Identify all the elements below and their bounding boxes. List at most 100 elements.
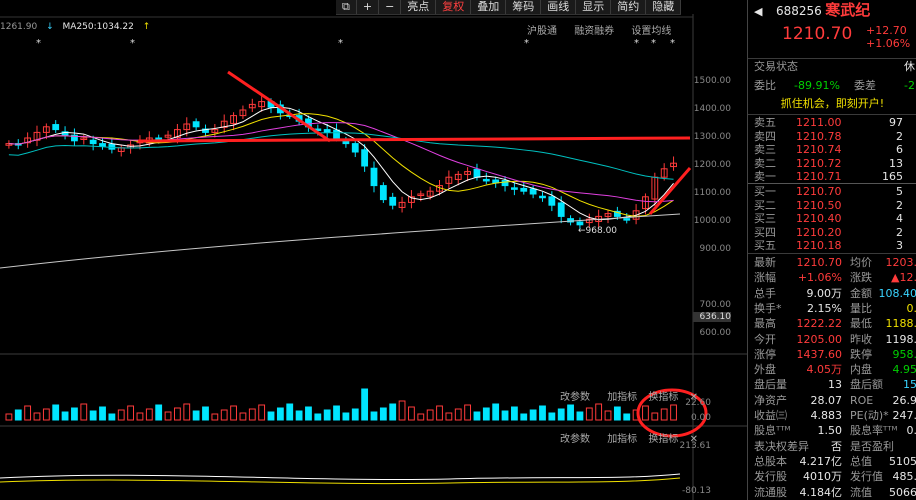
price-tick: 600.00 (699, 328, 732, 338)
macd-edit-params[interactable]: 改参数 (560, 434, 590, 445)
volume-bar (361, 388, 369, 421)
level-price: 1210.40 (796, 212, 842, 225)
kline-chart[interactable]: * * * * * * * ←968.00 (0, 0, 747, 500)
event-star-icon: * (36, 38, 41, 49)
volume-bar (660, 408, 668, 421)
orderbook-row[interactable]: 卖五 1211.00 97 (754, 116, 916, 129)
candle-body (473, 168, 481, 178)
level-volume: 5 (896, 185, 903, 198)
volume-bar (370, 411, 378, 421)
stat-value: 1437.60 (796, 347, 843, 361)
candle-body (501, 180, 509, 187)
candle-body (379, 185, 387, 201)
volume-bar (267, 411, 275, 421)
level-label: 卖二 (754, 156, 776, 170)
weibi-value: -89.91% (794, 79, 840, 92)
volume-bar (445, 412, 453, 421)
vol-edit-params[interactable]: 改参数 (560, 392, 590, 403)
collapse-arrow-icon[interactable]: ◀ (754, 5, 762, 18)
volume-bar (108, 413, 116, 421)
candle-body (557, 202, 565, 217)
candle-body (89, 139, 97, 145)
stat-label: 股息ᵀᵀᴹ (754, 424, 791, 438)
volume-bar (5, 413, 13, 421)
volume-bar (576, 411, 584, 421)
stat-value: 1222.22 (796, 317, 843, 331)
orderbook-row[interactable]: 买三 1210.40 4 (754, 212, 916, 225)
stat-label: 均价 (850, 256, 872, 269)
status-label: 交易状态 (754, 60, 798, 73)
weibi-label: 委比 (754, 79, 776, 92)
orderbook-row[interactable]: 买五 1210.18 3 (754, 239, 916, 252)
macd-add-indicator[interactable]: 加指标 (607, 434, 637, 445)
orderbook-row[interactable]: 买一 1210.70 5 (754, 185, 916, 198)
level-volume: 2 (896, 129, 903, 143)
price-change: +12.70 (866, 24, 907, 37)
stat-value: 1205.00 (796, 332, 843, 346)
volume-bar (351, 408, 359, 421)
stat-label: 最新 (754, 256, 776, 269)
stat-value: 1.50 (817, 424, 843, 438)
stat-label: 发行股 (754, 470, 787, 484)
volume-bar (33, 412, 41, 421)
stat-label: 跌停 (850, 347, 872, 361)
volume-bar (595, 403, 603, 421)
volume-bar (276, 407, 284, 421)
level-volume: 4 (896, 212, 903, 225)
volume-bar (305, 406, 312, 421)
stat-value: 4.217亿 (799, 454, 843, 468)
trend-up-line (648, 167, 692, 215)
candle-body (155, 137, 163, 140)
promo-link[interactable]: 抓住机会，即刻开户! (781, 97, 884, 110)
candle-body (529, 188, 537, 195)
orderbook-row[interactable]: 卖一 1210.71 165 (754, 170, 916, 183)
volume-bar (342, 412, 350, 421)
orderbook-row[interactable]: 卖二 1210.72 13 (754, 157, 916, 170)
candle-body (539, 195, 546, 199)
stat-label: 涨幅 (754, 271, 776, 285)
level-price: 1210.50 (796, 198, 842, 212)
orderbook-row[interactable]: 卖四 1210.78 2 (754, 130, 916, 143)
resistance-line (137, 136, 691, 143)
price-axis: 1500.00 1400.00 1300.00 1200.00 1100.00 1000.… (693, 0, 745, 360)
stat-label: 总值 (850, 454, 872, 468)
stat-value: 1198. (885, 332, 916, 346)
volume-bar (248, 408, 256, 421)
volume-bar (604, 410, 612, 421)
level-label: 卖五 (754, 116, 776, 129)
level-label: 卖四 (754, 129, 776, 143)
macd-dif-line (0, 473, 681, 480)
volume-bar (557, 408, 565, 421)
orderbook-row[interactable]: 买四 1210.20 2 (754, 226, 916, 239)
vol-add-indicator[interactable]: 加指标 (607, 392, 637, 403)
ma10-line (8, 113, 674, 217)
stat-label: 今开 (754, 332, 776, 346)
stat-row: 最高 1222.22 最低 1188. (754, 317, 916, 330)
stat-row: 流通股 4.184亿 流值 5066 (754, 486, 916, 499)
level-volume: 6 (896, 143, 903, 156)
volume-bar (192, 410, 200, 421)
stat-label: 盘后额 (850, 378, 883, 392)
price-tick: 1500.00 (693, 76, 731, 86)
stat-row: 收益㈢ 4.883 PE(动)* 247. (754, 409, 916, 422)
level-label: 卖一 (754, 170, 776, 183)
stat-row: 换手* 2.15% 量比 0. (754, 302, 916, 315)
weicha-value: -2 (904, 79, 915, 92)
volume-bar (379, 407, 387, 421)
volume-bar (286, 403, 294, 421)
vol-axis-zero: 0.00 (690, 413, 711, 423)
price-change-pct: +1.06% (866, 37, 911, 50)
price-tick: 1000.00 (693, 216, 731, 226)
orderbook-row[interactable]: 买二 1210.50 2 (754, 199, 916, 212)
volume-bar (155, 404, 163, 421)
volume-bar (314, 413, 322, 421)
volume-bar (539, 405, 546, 421)
candle-body (361, 149, 369, 167)
candle-body (333, 129, 340, 139)
stat-row: 股息ᵀᵀᴹ 1.50 股息率ᵀᵀᴹ 0. (754, 424, 916, 437)
volume-bar (501, 410, 509, 421)
volume-bar (220, 409, 228, 421)
orderbook-row[interactable]: 卖三 1210.74 6 (754, 143, 916, 156)
volume-bar (99, 406, 106, 421)
stat-value: 958. (892, 347, 916, 361)
